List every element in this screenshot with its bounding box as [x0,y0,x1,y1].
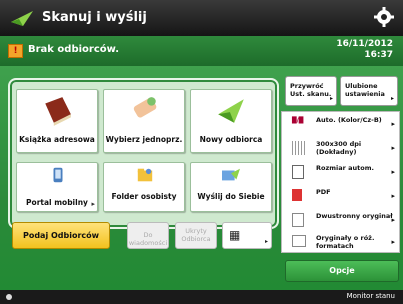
mobile-portal-icon [53,167,63,183]
settings-list: █/█ Auto. (Kolor/Cz-B) ▸ 300x300 dpi (Do… [281,111,400,253]
favorites-button[interactable]: Ulubione ustawienia ▸ [340,76,398,106]
arrow-icon: ▸ [391,192,395,200]
arrow-icon: ▸ [391,216,395,224]
tile-new-recipient[interactable]: Nowy odbiorca [190,89,272,153]
tile-personal-folder[interactable]: Folder osobisty [103,162,185,212]
resolution-icon [292,141,306,155]
arrow-icon: ▸ [264,238,268,245]
arrow-icon: ▸ [329,95,333,102]
tile-mobile-portal[interactable]: Portal mobilny ▸ [16,162,98,212]
tile-label: Portal mobilny [26,198,88,207]
color-mode-icon: █/█ [292,117,304,124]
arrow-icon: ▸ [391,120,395,128]
gear-icon[interactable] [373,6,395,28]
tile-label: Folder osobisty [111,192,177,201]
app-icon [11,11,33,26]
app-title: Skanuj i wyślij [42,10,147,25]
status-bar: ! Brak odbiorców. 16/11/2012 16:37 [0,36,403,66]
tile-address-book[interactable]: Książka adresowa [16,89,98,153]
option-label: Oryginały o róż. formatach [316,234,375,250]
option-label: 300x300 dpi (Dokładny) [316,140,362,156]
status-message: Brak odbiorców. [28,44,120,55]
specify-recipients-button[interactable]: Podaj Odbiorców [12,222,110,249]
send-to-myself-icon [222,168,240,181]
option-label: PDF [316,188,331,196]
tile-label: Wybierz jednoprz. [105,135,183,144]
status-dot-icon [6,294,12,300]
arrow-icon: ▸ [391,144,395,152]
footer-bar: Monitor stanu [0,290,403,304]
bcc-button[interactable]: Ukryty Odbiorca [175,222,217,249]
duplex-row[interactable]: Dwustronny oryginał ▸ [282,208,399,232]
arrow-icon: ▸ [391,238,395,246]
cc-label: Do wiadomości [128,231,168,247]
size-row[interactable]: Rozmiar autom. ▸ [282,160,399,184]
mixed-size-icon [292,235,306,247]
arrow-icon: ▸ [390,95,394,102]
tile-label: Wyślij do Siebie [197,192,265,201]
date-text: 16/11/2012 [336,39,393,49]
duplex-icon [292,213,304,227]
color-mode-row[interactable]: █/█ Auto. (Kolor/Cz-B) ▸ [282,112,399,136]
tile-label: Nowy odbiorca [199,135,263,144]
title-bar: Skanuj i wyślij [0,0,403,36]
bcc-label: Ukryty Odbiorca [181,227,211,243]
favorites-label: Ulubione ustawienia [345,82,385,98]
folder-icon [137,168,153,182]
file-format-row[interactable]: PDF ▸ [282,184,399,208]
scan-size-icon [292,165,304,179]
paper-plane-icon [218,99,244,123]
warning-icon: ! [8,44,23,58]
document-icon: ▦ [229,228,241,242]
arrow-icon: ▸ [91,200,95,208]
tile-send-to-myself[interactable]: Wyślij do Siebie [190,162,272,212]
cc-button[interactable]: Do wiadomości [127,222,169,249]
arrow-icon: ▸ [391,168,395,176]
mixed-size-row[interactable]: Oryginały o róż. formatach ▸ [282,230,399,254]
resolution-row[interactable]: 300x300 dpi (Dokładny) ▸ [282,136,399,160]
status-monitor-button[interactable]: Monitor stanu [347,292,395,300]
datetime: 16/11/2012 16:37 [336,39,393,61]
address-book-icon [45,97,71,126]
tile-label: Książka adresowa [19,135,95,144]
options-button[interactable]: Opcje [285,260,399,282]
time-text: 16:37 [364,50,393,60]
option-label: Rozmiar autom. [316,164,374,172]
recall-settings-button[interactable]: Przywróć Ust. skanu. ▸ [285,76,337,106]
hand-pointer-icon [133,97,157,118]
tile-one-touch[interactable]: Wybierz jednoprz. [103,89,185,153]
details-button[interactable]: ▦ ▸ [222,222,272,249]
pdf-icon [292,189,302,201]
recipient-panel: Książka adresowa Wybierz jednoprz. Nowy … [8,78,279,229]
option-label: Auto. (Kolor/Cz-B) [316,116,382,124]
option-label: Dwustronny oryginał [316,212,393,220]
